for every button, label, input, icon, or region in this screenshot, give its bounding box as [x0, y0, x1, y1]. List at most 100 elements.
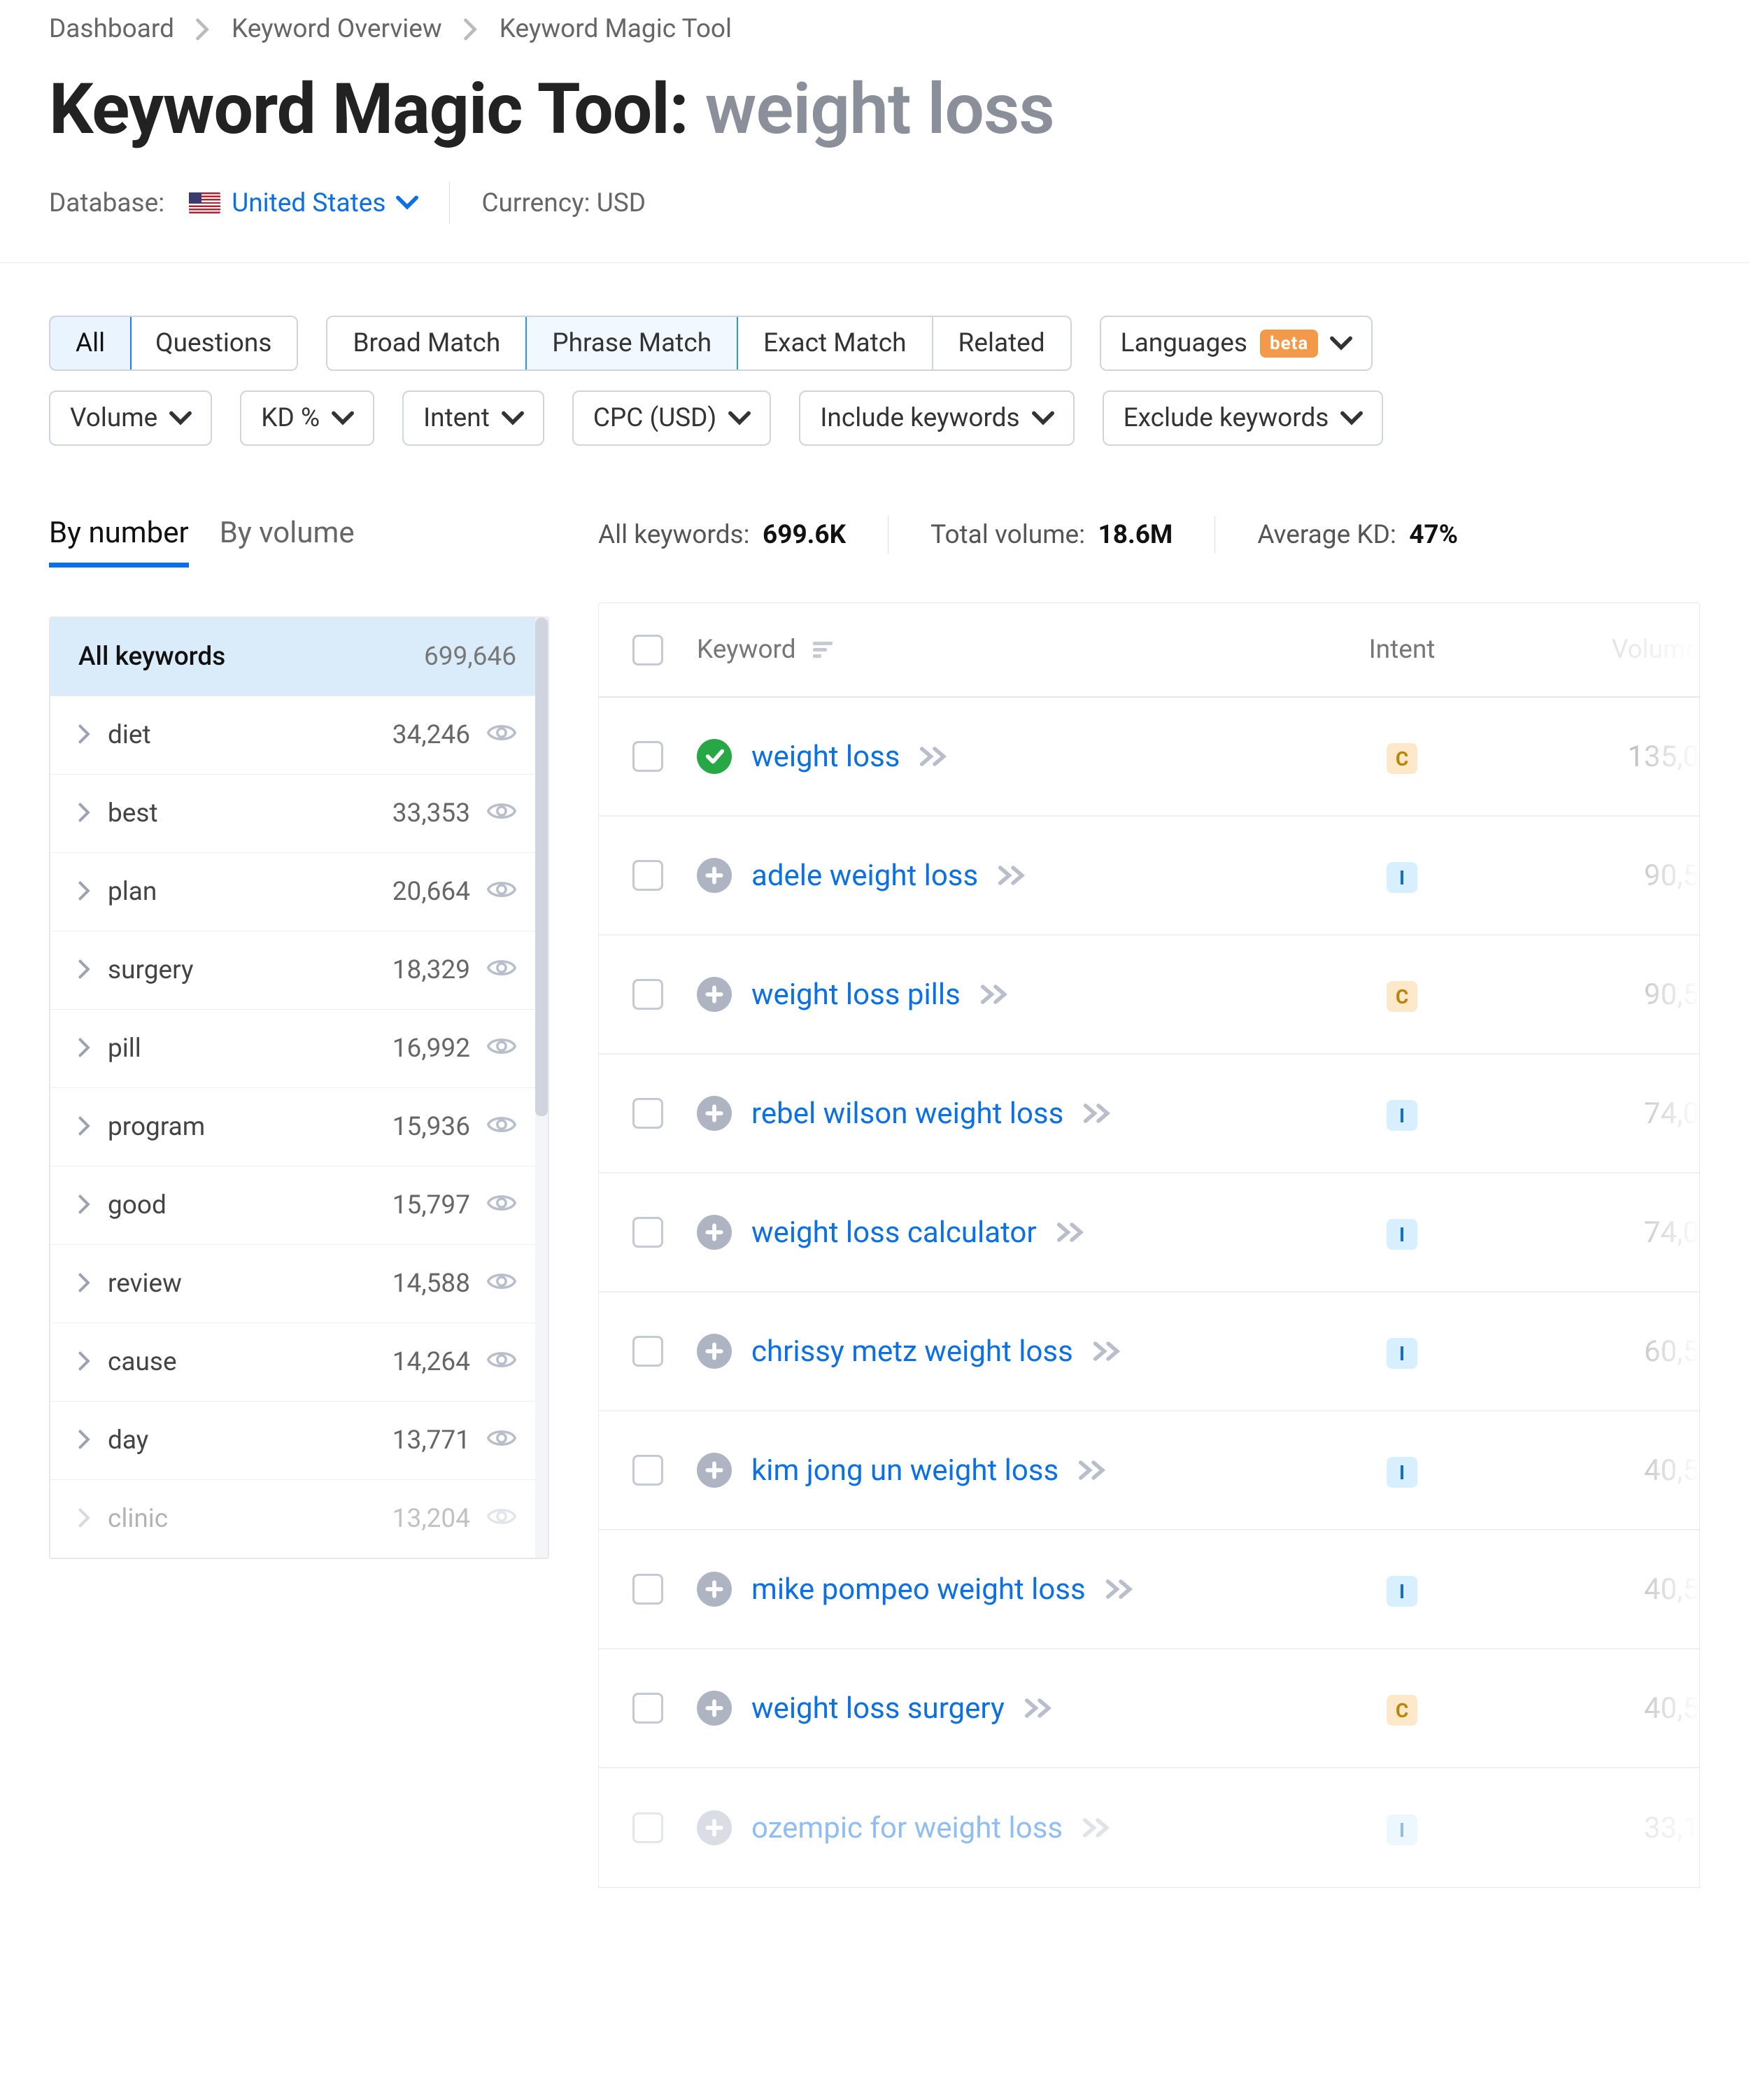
eye-icon[interactable]: [487, 1190, 516, 1220]
breadcrumb-dashboard[interactable]: Dashboard: [49, 14, 174, 44]
tab-broad-match[interactable]: Broad Match: [327, 317, 527, 369]
add-keyword-icon[interactable]: [697, 1572, 732, 1607]
scrollbar-thumb[interactable]: [535, 618, 548, 1116]
keyword-link[interactable]: weight loss: [751, 740, 900, 774]
add-keyword-icon[interactable]: [697, 1215, 732, 1250]
column-header-volume[interactable]: Volume: [1482, 635, 1699, 665]
group-row-clinic[interactable]: clinic 13,204: [50, 1480, 548, 1558]
column-header-keyword[interactable]: Keyword: [697, 635, 1322, 665]
add-keyword-icon[interactable]: [697, 1334, 732, 1369]
tab-phrase-match[interactable]: Phrase Match: [525, 316, 738, 371]
filter-volume[interactable]: Volume: [49, 390, 212, 446]
keyword-link[interactable]: weight loss calculator: [751, 1215, 1037, 1250]
group-row-program[interactable]: program 15,936: [50, 1088, 548, 1167]
keyword-link[interactable]: weight loss pills: [751, 978, 961, 1012]
row-checkbox[interactable]: [632, 1574, 663, 1605]
keyword-link[interactable]: rebel wilson weight loss: [751, 1097, 1063, 1131]
row-checkbox[interactable]: [632, 860, 663, 891]
breadcrumb-keyword-magic-tool[interactable]: Keyword Magic Tool: [500, 14, 732, 44]
group-row-day[interactable]: day 13,771: [50, 1402, 548, 1480]
row-checkbox[interactable]: [632, 1693, 663, 1724]
row-checkbox[interactable]: [632, 1217, 663, 1248]
breadcrumb-keyword-overview[interactable]: Keyword Overview: [232, 14, 442, 44]
tab-by-number[interactable]: By number: [49, 516, 189, 568]
tab-related[interactable]: Related: [933, 317, 1070, 369]
table-header: Keyword Intent Volume: [599, 603, 1699, 698]
double-chevron-right-icon[interactable]: [1093, 1340, 1124, 1362]
filter-cpc-usd-[interactable]: CPC (USD): [572, 390, 771, 446]
group-all-keywords[interactable]: All keywords 699,646: [50, 618, 548, 696]
filter-intent[interactable]: Intent: [402, 390, 544, 446]
filter-kd-[interactable]: KD %: [240, 390, 374, 446]
eye-icon[interactable]: [487, 1269, 516, 1299]
chevron-right-icon: [78, 1190, 91, 1220]
keyword-link[interactable]: adele weight loss: [751, 859, 978, 893]
eye-icon[interactable]: [487, 1112, 516, 1142]
column-header-intent[interactable]: Intent: [1322, 635, 1482, 665]
keyword-link[interactable]: ozempic for weight loss: [751, 1811, 1063, 1845]
group-row-cause[interactable]: cause 14,264: [50, 1323, 548, 1402]
keyword-link[interactable]: weight loss surgery: [751, 1691, 1005, 1726]
eye-icon[interactable]: [487, 1347, 516, 1377]
filter-exclude-keywords[interactable]: Exclude keywords: [1103, 390, 1384, 446]
database-selector[interactable]: United States: [189, 188, 418, 218]
add-keyword-icon[interactable]: [697, 977, 732, 1012]
row-checkbox[interactable]: [632, 1812, 663, 1843]
volume-value: 90,5: [1644, 978, 1699, 1012]
double-chevron-right-icon[interactable]: [1083, 1102, 1114, 1125]
group-row-plan[interactable]: plan 20,664: [50, 853, 548, 931]
row-checkbox[interactable]: [632, 741, 663, 772]
filter-label: Exclude keywords: [1124, 403, 1329, 433]
row-checkbox[interactable]: [632, 979, 663, 1010]
eye-icon[interactable]: [487, 1504, 516, 1534]
row-checkbox[interactable]: [632, 1336, 663, 1367]
group-row-good[interactable]: good 15,797: [50, 1167, 548, 1245]
currency-label: Currency: USD: [481, 188, 646, 218]
volume-value: 40,5: [1644, 1453, 1699, 1488]
eye-icon[interactable]: [487, 1425, 516, 1456]
add-keyword-icon[interactable]: [697, 1453, 732, 1488]
eye-icon[interactable]: [487, 955, 516, 985]
eye-icon[interactable]: [487, 877, 516, 907]
row-checkbox[interactable]: [632, 1098, 663, 1129]
group-label: plan: [108, 877, 157, 907]
add-keyword-icon[interactable]: [697, 1810, 732, 1845]
chevron-right-icon: [195, 19, 211, 40]
match-tab-group: Broad Match Phrase Match Exact Match Rel…: [326, 316, 1071, 371]
group-count: 13,204: [392, 1504, 470, 1534]
row-checkbox[interactable]: [632, 1455, 663, 1486]
group-row-diet[interactable]: diet 34,246: [50, 696, 548, 775]
double-chevron-right-icon[interactable]: [1024, 1697, 1055, 1719]
group-row-surgery[interactable]: surgery 18,329: [50, 931, 548, 1010]
double-chevron-right-icon[interactable]: [1105, 1578, 1136, 1600]
seed-keyword-icon[interactable]: [697, 739, 732, 774]
volume-value: 40,5: [1644, 1691, 1699, 1726]
double-chevron-right-icon[interactable]: [1082, 1817, 1113, 1839]
add-keyword-icon[interactable]: [697, 1691, 732, 1726]
double-chevron-right-icon[interactable]: [998, 864, 1028, 887]
tab-exact-match[interactable]: Exact Match: [738, 317, 933, 369]
tab-by-volume[interactable]: By volume: [220, 516, 355, 568]
keyword-link[interactable]: kim jong un weight loss: [751, 1453, 1058, 1488]
add-keyword-icon[interactable]: [697, 858, 732, 893]
eye-icon[interactable]: [487, 1034, 516, 1064]
double-chevron-right-icon[interactable]: [980, 983, 1011, 1006]
group-row-pill[interactable]: pill 16,992: [50, 1010, 548, 1088]
group-row-best[interactable]: best 33,353: [50, 775, 548, 853]
table-row: chrissy metz weight loss I 60,5: [599, 1292, 1699, 1411]
keyword-link[interactable]: chrissy metz weight loss: [751, 1334, 1073, 1369]
tab-all[interactable]: All: [49, 316, 132, 371]
keyword-link[interactable]: mike pompeo weight loss: [751, 1572, 1086, 1607]
eye-icon[interactable]: [487, 720, 516, 750]
add-keyword-icon[interactable]: [697, 1096, 732, 1131]
double-chevron-right-icon[interactable]: [1056, 1221, 1087, 1243]
tab-questions[interactable]: Questions: [130, 317, 297, 369]
filter-include-keywords[interactable]: Include keywords: [799, 390, 1074, 446]
languages-selector[interactable]: Languages beta: [1100, 316, 1373, 371]
eye-icon[interactable]: [487, 798, 516, 829]
intent-badge: I: [1387, 862, 1417, 893]
double-chevron-right-icon[interactable]: [919, 745, 950, 768]
group-row-review[interactable]: review 14,588: [50, 1245, 548, 1323]
double-chevron-right-icon[interactable]: [1078, 1459, 1109, 1481]
select-all-checkbox[interactable]: [632, 635, 663, 665]
